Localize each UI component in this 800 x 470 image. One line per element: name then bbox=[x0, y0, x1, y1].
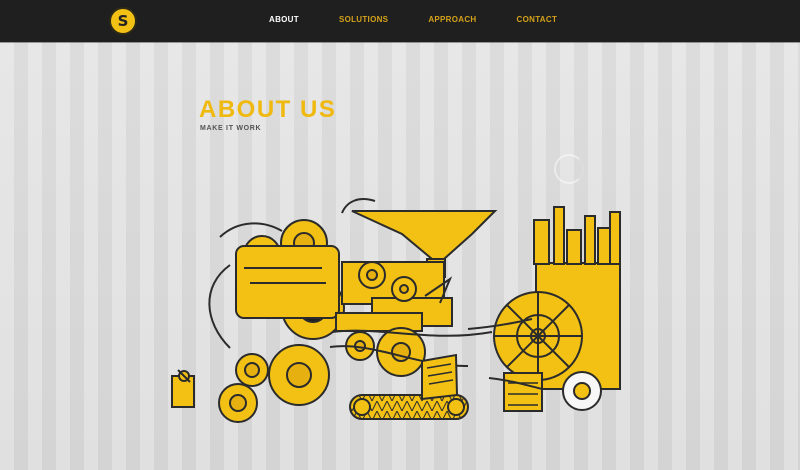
about-section: ABOUT US MAKE IT WORK bbox=[199, 98, 619, 140]
nav-menu: ABOUT SOLUTIONS APPROACH CONTACT bbox=[269, 14, 557, 26]
right-factory bbox=[493, 206, 621, 412]
about-subtitle: MAKE IT WORK bbox=[200, 125, 262, 132]
loading-spinner-icon bbox=[554, 154, 584, 184]
site-logo[interactable]: S bbox=[109, 7, 137, 35]
top-navigation: S ABOUT SOLUTIONS APPROACH CONTACT bbox=[0, 0, 800, 42]
machine-illustration bbox=[171, 198, 626, 433]
machine-illustration-svg bbox=[171, 198, 621, 423]
about-title: ABOUT US bbox=[199, 96, 337, 123]
center-drive bbox=[329, 312, 493, 377]
nav-item-approach[interactable]: APPROACH bbox=[428, 14, 476, 26]
page: S ABOUT SOLUTIONS APPROACH CONTACT ABOUT… bbox=[0, 0, 800, 470]
nav-item-contact[interactable]: CONTACT bbox=[517, 14, 558, 26]
nav-item-about[interactable]: ABOUT bbox=[269, 14, 299, 26]
nav-item-solutions[interactable]: SOLUTIONS bbox=[339, 14, 388, 26]
logo-letter: S bbox=[117, 11, 129, 30]
